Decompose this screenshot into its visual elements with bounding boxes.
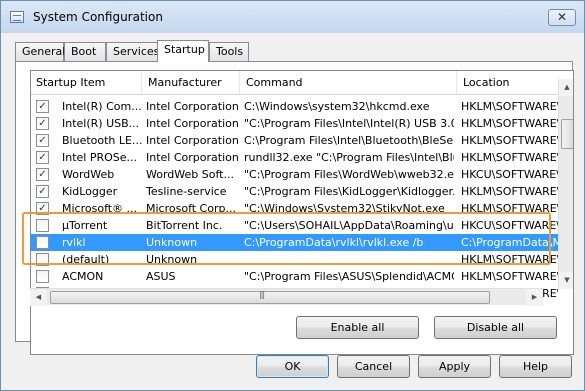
close-button[interactable]: ✕	[548, 9, 576, 26]
cell-manufacturer: WordWeb Soft...	[146, 168, 234, 181]
tab-services[interactable]: Services	[106, 42, 159, 61]
scroll-up-icon[interactable]: ▲	[559, 79, 573, 96]
ok-button[interactable]: OK	[256, 355, 329, 378]
vertical-scrollbar[interactable]: ▲ ▼	[558, 79, 573, 289]
help-button[interactable]: Help	[499, 355, 572, 378]
cell-item: Intel(R) Com...	[62, 100, 142, 113]
cell-manufacturer: Tesline-service	[146, 185, 227, 198]
cell-command: C:\Program Files\Intel\Bluetooth\BleSer.…	[244, 134, 454, 147]
tab-tools[interactable]: Tools	[209, 42, 249, 61]
apply-button[interactable]: Apply	[418, 355, 491, 378]
column-header-command[interactable]: Command	[240, 71, 457, 95]
table-row[interactable]: ✓ KidLogger Tesline-service "C:\Program Fil…	[31, 183, 573, 200]
cell-location: HKLM\SOFTWARE\M	[461, 270, 558, 283]
table-row[interactable]: ✓ Intel(R) Com... Intel Corporation C:\Wind…	[31, 98, 573, 115]
disable-all-button[interactable]: Disable all	[434, 316, 557, 339]
cell-item: KidLogger	[62, 185, 118, 198]
horizontal-scrollbar[interactable]: ◀ ▶	[30, 288, 543, 306]
suspicious-items-highlight	[22, 212, 551, 265]
system-configuration-window: System Configuration ✕ General Boot Serv…	[0, 0, 585, 391]
cancel-button[interactable]: Cancel	[337, 355, 410, 378]
tab-general[interactable]: General	[15, 42, 65, 61]
table-row[interactable]: ✓ WordWeb WordWeb Soft... "C:\Program Files…	[31, 166, 573, 183]
row-checkbox[interactable]: ✓	[36, 185, 49, 198]
cell-location: HKCU\SOFTWARE\M	[461, 168, 558, 181]
cell-command: C:\Windows\system32\hkcmd.exe	[244, 100, 430, 113]
cell-location: HKLM\SOFTWARE\M	[461, 100, 558, 113]
cell-item: Intel(R) USB...	[62, 117, 140, 130]
cell-command: "C:\Program Files\KidLogger\Kidlogger.e.…	[244, 185, 454, 198]
startup-panel: Startup Item Manufacturer Command Locati…	[15, 61, 574, 355]
msconfig-app-icon	[10, 11, 24, 23]
scroll-right-icon[interactable]: ▶	[526, 289, 543, 306]
cell-item: Intel PROSe...	[62, 151, 138, 164]
column-header-startup-item[interactable]: Startup Item	[31, 71, 142, 95]
cell-manufacturer: Intel Corporation	[146, 100, 238, 113]
cell-item: Bluetooth LE...	[62, 134, 142, 147]
row-checkbox[interactable]: ✓	[36, 117, 49, 130]
tab-startup[interactable]: Startup	[157, 40, 209, 62]
table-row[interactable]: ✓ Intel(R) USB... Intel Corporation "C:\Pro…	[31, 115, 573, 132]
row-checkbox[interactable]: ✓	[36, 134, 49, 147]
scroll-down-icon[interactable]: ▼	[559, 272, 573, 289]
list-header: Startup Item Manufacturer Command Locati…	[31, 71, 573, 95]
cell-command: "C:\Program Files\ASUS\Splendid\ACMO...	[244, 270, 454, 283]
cell-item: WordWeb	[62, 168, 115, 181]
column-header-manufacturer[interactable]: Manufacturer	[142, 71, 240, 95]
table-row[interactable]: ✓ Bluetooth LE... Intel Corporation C:\Prog…	[31, 132, 573, 149]
scroll-left-icon[interactable]: ◀	[30, 289, 47, 306]
row-checkbox[interactable]: ✓	[36, 168, 49, 181]
cell-item: ACMON	[62, 270, 104, 283]
row-checkbox[interactable]: ✓	[36, 100, 49, 113]
column-header-location[interactable]: Location	[457, 71, 573, 95]
cell-manufacturer: Intel Corporation	[146, 117, 238, 130]
cell-location: HKLM\SOFTWARE\M	[461, 134, 558, 147]
table-row[interactable]: ACMON ASUS "C:\Program Files\ASUS\Splendid…	[31, 268, 573, 285]
cell-location: HKLM\SOFTWARE\M	[461, 151, 558, 164]
title-bar[interactable]: System Configuration ✕	[1, 1, 584, 33]
cell-command: rundll32.exe "C:\Program Files\Intel\Blu…	[244, 151, 454, 164]
row-checkbox[interactable]	[36, 270, 49, 283]
cell-location: HKLM\SOFTWARE\M	[461, 185, 558, 198]
cell-manufacturer: Intel Corporation	[146, 151, 238, 164]
row-checkbox[interactable]: ✓	[36, 151, 49, 164]
window-title: System Configuration	[33, 10, 163, 24]
cell-command: "C:\Program Files\WordWeb\wweb32.e...	[244, 168, 454, 181]
cell-manufacturer: ASUS	[146, 270, 176, 283]
cell-manufacturer: Intel Corporation	[146, 134, 238, 147]
tab-boot[interactable]: Boot	[64, 42, 106, 61]
cell-command: "C:\Program Files\Intel\Intel(R) USB 3.0…	[244, 117, 454, 130]
cell-location: HKLM\SOFTWARE\M	[461, 117, 558, 130]
enable-all-button[interactable]: Enable all	[296, 316, 419, 339]
vertical-scroll-thumb[interactable]	[561, 119, 573, 149]
table-row[interactable]: ✓ Intel PROSe... Intel Corporation rundll32…	[31, 149, 573, 166]
horizontal-scroll-thumb[interactable]	[50, 290, 490, 304]
